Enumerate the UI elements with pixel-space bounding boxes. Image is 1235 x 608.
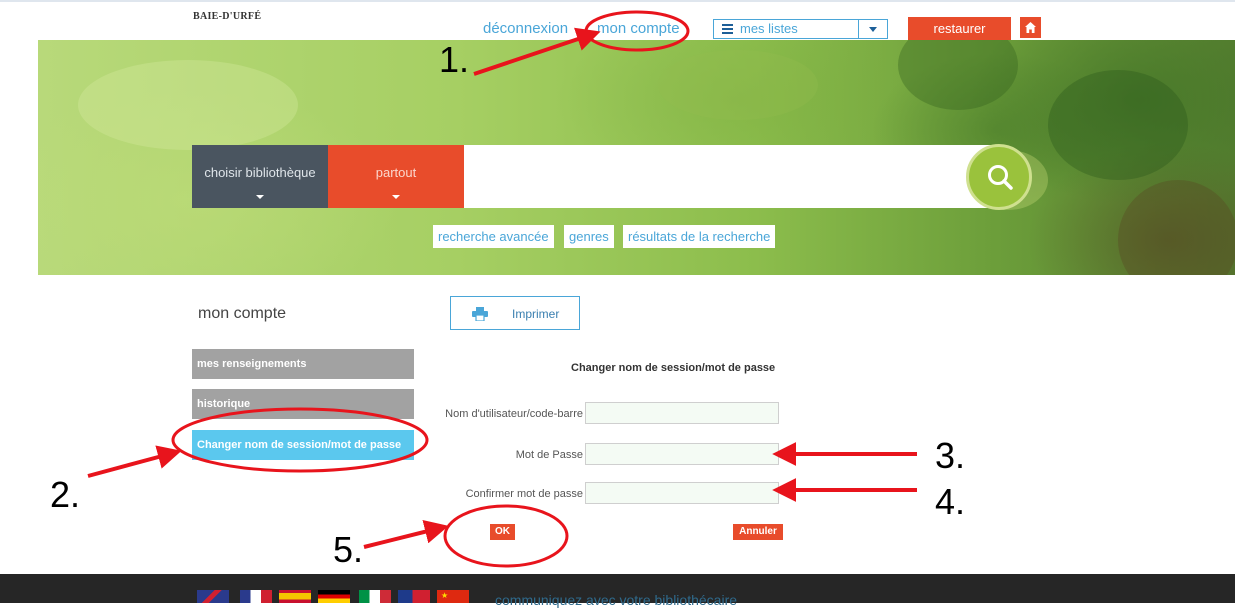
home-button[interactable]	[1020, 17, 1041, 38]
form-title: Changer nom de session/mot de passe	[571, 362, 776, 374]
french-flag-icon[interactable]	[240, 590, 272, 603]
german-flag-icon[interactable]	[318, 590, 350, 603]
logout-link[interactable]: déconnexion	[483, 20, 568, 37]
library-select[interactable]: choisir bibliothèque	[192, 145, 328, 208]
spanish-flag-icon[interactable]	[279, 590, 311, 603]
search-input[interactable]	[464, 145, 1004, 208]
username-label: Nom d'utilisateur/code-barre	[445, 408, 583, 420]
library-logo[interactable]: BAIE-D'URFÉ	[193, 11, 261, 22]
my-lists-label: mes listes	[740, 21, 798, 36]
star-icon: ★	[441, 591, 449, 600]
chevron-down-icon[interactable]	[858, 20, 887, 38]
search-button[interactable]	[966, 144, 1032, 210]
taiwan-flag-icon[interactable]	[398, 590, 430, 603]
list-icon	[722, 24, 733, 34]
caret-down-icon	[392, 195, 400, 199]
footer: ★ communiquez avec votre bibliothécaire	[0, 574, 1235, 608]
china-flag-icon[interactable]: ★	[437, 590, 469, 603]
annotation-label: 5.	[333, 529, 363, 570]
username-field[interactable]	[585, 402, 779, 424]
library-select-label: choisir bibliothèque	[204, 165, 316, 180]
contact-librarian-link[interactable]: communiquez avec votre bibliothécaire	[495, 592, 737, 608]
confirm-password-field[interactable]	[585, 482, 779, 504]
annotation-label: 3.	[935, 435, 965, 476]
sidebar-item-my-info[interactable]: mes renseignements	[192, 349, 414, 379]
genres-link[interactable]: genres	[564, 225, 614, 248]
annotation-arrow	[363, 520, 449, 549]
cancel-button[interactable]: Annuler	[733, 524, 783, 540]
search-icon	[988, 165, 1013, 190]
restore-button[interactable]: restaurer	[908, 17, 1011, 40]
confirm-password-label: Confirmer mot de passe	[465, 488, 583, 500]
english-flag-icon[interactable]	[197, 590, 229, 603]
printer-icon	[472, 307, 488, 321]
home-icon	[1025, 22, 1036, 33]
page-title: mon compte	[198, 305, 287, 322]
print-label: Imprimer	[512, 307, 560, 321]
advanced-search-link[interactable]: recherche avancée	[433, 225, 554, 248]
password-field[interactable]	[585, 443, 779, 465]
annotation-label: 2.	[50, 474, 80, 515]
sidebar-item-history[interactable]: historique	[192, 389, 414, 419]
annotation-arrow	[87, 445, 182, 478]
caret-down-icon	[256, 195, 264, 199]
password-label: Mot de Passe	[515, 449, 583, 461]
my-account-link[interactable]: mon compte	[597, 20, 680, 37]
annotation-label: 4.	[935, 481, 965, 522]
search-results-link[interactable]: résultats de la recherche	[623, 225, 776, 248]
ok-button[interactable]: OK	[490, 524, 515, 540]
scope-select-label: partout	[375, 165, 417, 180]
sidebar-item-change-login[interactable]: Changer nom de session/mot de passe	[192, 430, 414, 460]
scope-select[interactable]: partout	[328, 145, 464, 208]
my-lists-dropdown[interactable]: mes listes	[713, 19, 888, 39]
print-button[interactable]: Imprimer	[450, 296, 580, 330]
italian-flag-icon[interactable]	[359, 590, 391, 603]
